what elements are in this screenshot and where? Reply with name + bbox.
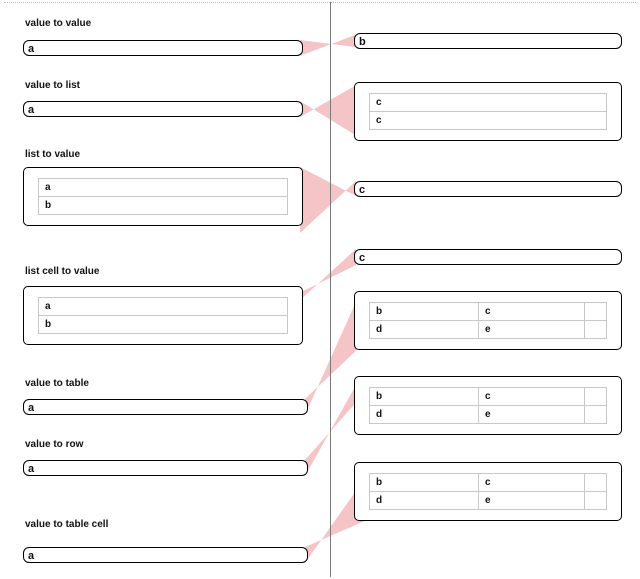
table-row: b c	[370, 474, 607, 492]
table-row: d e	[370, 406, 607, 424]
vtov-left-value: a	[28, 43, 34, 55]
list-cell: a	[39, 298, 288, 316]
vtotc-left-box: a	[23, 547, 308, 563]
label-ltov: list to value	[25, 149, 80, 160]
list-cell: c	[370, 94, 607, 112]
lctov-right-value: c	[359, 252, 365, 264]
label-lctov: list cell to value	[25, 266, 99, 277]
vertical-divider	[330, 2, 331, 577]
vtol-right-list: c c	[369, 93, 607, 130]
table-row: d e	[370, 492, 607, 510]
table-cell	[585, 406, 607, 424]
table-cell	[585, 303, 607, 321]
table-cell	[585, 388, 607, 406]
ltov-left-list: a b	[38, 178, 288, 215]
vtot-right-tablebox: b c d e	[354, 291, 622, 350]
vtor-right-table: b c d e	[369, 387, 607, 424]
table-cell: b	[370, 303, 479, 321]
label-vtov: value to value	[25, 18, 91, 29]
vtot-right-table: b c d e	[369, 302, 607, 339]
vtor-left-box: a	[23, 460, 308, 476]
list-item: c	[370, 112, 607, 130]
vtov-right-value: b	[359, 36, 366, 48]
lctov-left-list: a b	[38, 297, 288, 334]
list-item: a	[39, 298, 288, 316]
vtotc-right-tablebox: b c d e	[354, 462, 622, 521]
vtot-left-box: a	[23, 399, 308, 415]
table-cell: c	[479, 388, 585, 406]
table-row: b c	[370, 303, 607, 321]
vtor-left-value: a	[28, 463, 34, 475]
table-cell: b	[370, 474, 479, 492]
vtol-right-listbox: c c	[354, 82, 622, 141]
list-item: a	[39, 179, 288, 197]
vtotc-right-table: b c d e	[369, 473, 607, 510]
list-item: b	[39, 316, 288, 334]
table-cell: c	[479, 474, 585, 492]
table-cell: e	[479, 321, 585, 339]
ltov-right-box: c	[354, 181, 622, 197]
table-row: b c	[370, 388, 607, 406]
list-cell: a	[39, 179, 288, 197]
table-cell	[585, 321, 607, 339]
table-cell: d	[370, 406, 479, 424]
lctov-right-box: c	[354, 249, 622, 265]
vtol-left-box: a	[23, 101, 303, 117]
label-vtotc: value to table cell	[25, 519, 108, 530]
table-row: d e	[370, 321, 607, 339]
list-cell: b	[39, 316, 288, 334]
table-cell: e	[479, 406, 585, 424]
list-item: b	[39, 197, 288, 215]
table-cell: c	[479, 303, 585, 321]
label-vtor: value to row	[25, 439, 83, 450]
table-cell: d	[370, 321, 479, 339]
list-item: c	[370, 94, 607, 112]
top-rule	[4, 2, 636, 3]
label-vtol: value to list	[25, 80, 80, 91]
table-cell: e	[479, 492, 585, 510]
lctov-left-listbox: a b	[23, 286, 303, 345]
table-cell	[585, 492, 607, 510]
table-cell: b	[370, 388, 479, 406]
label-vtot: value to table	[25, 378, 89, 389]
vtotc-left-value: a	[28, 550, 34, 562]
ltov-left-listbox: a b	[23, 167, 303, 226]
table-cell	[585, 474, 607, 492]
list-cell: b	[39, 197, 288, 215]
ltov-right-value: c	[359, 184, 365, 196]
vtot-left-value: a	[28, 402, 34, 414]
table-cell: d	[370, 492, 479, 510]
vtov-left-box: a	[23, 40, 303, 56]
vtov-right-box: b	[354, 33, 622, 49]
vtor-right-tablebox: b c d e	[354, 376, 622, 435]
vtol-left-value: a	[28, 104, 34, 116]
list-cell: c	[370, 112, 607, 130]
